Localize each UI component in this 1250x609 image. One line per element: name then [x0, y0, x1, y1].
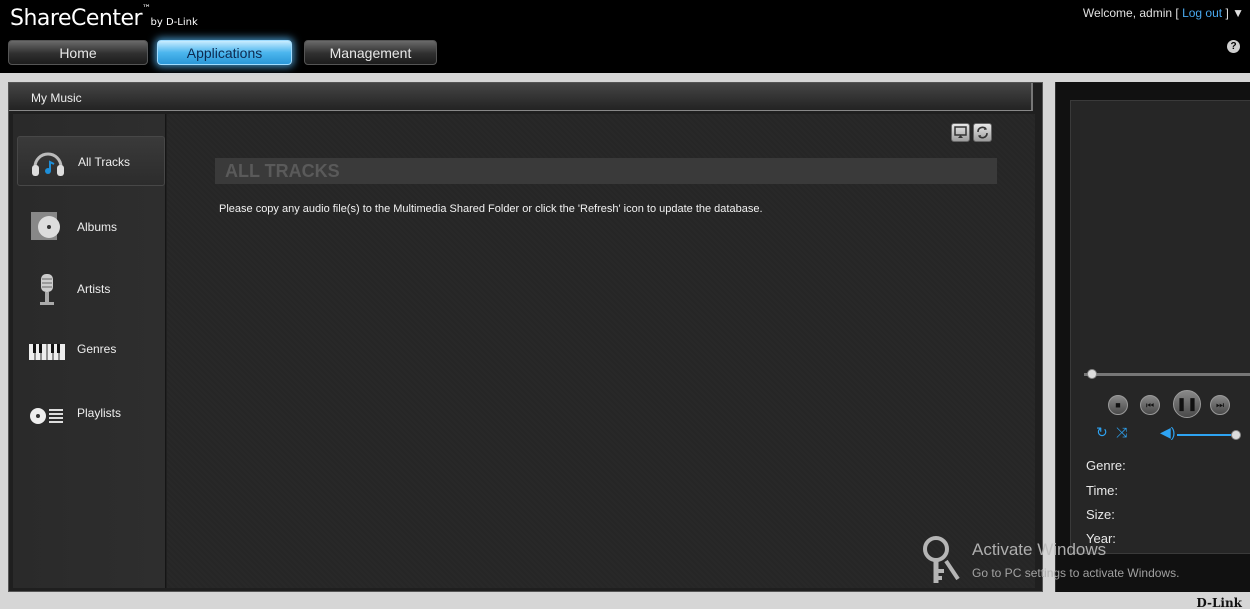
sidebar-item-playlists[interactable]: Playlists	[17, 392, 165, 442]
dlink-logo: D-Link	[1196, 596, 1242, 609]
previous-icon: ⏮	[1145, 400, 1155, 410]
sidebar-label-playlists: Playlists	[77, 406, 122, 420]
next-icon: ⏭	[1215, 400, 1225, 410]
stop-icon: ■	[1115, 400, 1121, 410]
sidebar-label-all-tracks: All Tracks	[78, 155, 131, 169]
logo-text: ShareCenter	[10, 6, 143, 31]
tracks-content: ALL TRACKS Please copy any audio file(s)…	[167, 114, 1035, 588]
screen-icon	[954, 126, 967, 138]
refresh-icon	[977, 126, 988, 139]
logo-by-dlink: by D-Link	[150, 17, 198, 28]
tab-management[interactable]: Management	[304, 40, 437, 65]
key-icon	[923, 536, 960, 583]
logo-trademark: ™	[142, 4, 151, 14]
sidebar-item-genres[interactable]: Genres	[17, 328, 165, 378]
help-icon[interactable]: ?	[1227, 40, 1240, 53]
stop-button[interactable]: ■	[1108, 395, 1128, 415]
seek-bar[interactable]	[1084, 369, 1250, 379]
sidebar-label-albums: Albums	[77, 220, 118, 234]
volume-handle[interactable]	[1231, 430, 1241, 440]
music-sidebar: All Tracks Albums Artists Genres Playlis…	[13, 114, 166, 588]
next-button[interactable]: ⏭	[1210, 395, 1230, 415]
sidebar-item-all-tracks[interactable]: All Tracks	[17, 136, 165, 186]
playlist-icon	[30, 408, 63, 424]
welcome-text: Welcome, admin [ Log out ] ▼	[1083, 6, 1244, 20]
activate-windows-title: Activate Windows	[972, 540, 1107, 559]
airplay-button[interactable]	[951, 123, 970, 142]
album-icon	[31, 212, 60, 240]
piano-keys-icon	[29, 344, 65, 360]
sidebar-item-albums[interactable]: Albums	[17, 200, 165, 250]
seek-handle[interactable]	[1087, 369, 1097, 379]
welcome-prefix: Welcome, admin [	[1082, 6, 1179, 20]
sharecenter-logo: ShareCenter™ by D-Link	[10, 4, 198, 31]
welcome-suffix[interactable]: ] ▼	[1225, 6, 1244, 20]
tab-home[interactable]: Home	[8, 40, 148, 65]
music-player-panel: ■ ⏮ ❚❚ ⏭ ↻ ⤨ ◀) Genre: Time: Size: Year:	[1055, 82, 1250, 592]
panel-title: My Music	[31, 91, 82, 105]
sidebar-label-genres: Genres	[77, 342, 117, 356]
section-header: ALL TRACKS	[215, 158, 997, 184]
meta-genre: Genre:	[1086, 458, 1126, 473]
empty-library-message: Please copy any audio file(s) to the Mul…	[219, 203, 763, 215]
previous-button[interactable]: ⏮	[1140, 395, 1160, 415]
microphone-icon	[40, 274, 54, 305]
headphones-icon	[32, 152, 64, 176]
sidebar-label-artists: Artists	[77, 282, 111, 296]
sidebar-item-artists[interactable]: Artists	[17, 264, 165, 314]
section-title: ALL TRACKS	[225, 161, 340, 181]
logout-link[interactable]: Log out	[1182, 6, 1222, 20]
my-music-panel: My Music All Tracks Albums Artists Genre…	[8, 82, 1043, 592]
meta-time: Time:	[1086, 483, 1119, 498]
refresh-button[interactable]	[973, 123, 992, 142]
repeat-icon[interactable]: ↻	[1096, 424, 1108, 441]
activate-windows-subtitle: Go to PC settings to activate Windows.	[972, 566, 1180, 580]
volume-icon[interactable]: ◀)	[1160, 424, 1175, 441]
pause-icon: ❚❚	[1176, 396, 1198, 411]
shuffle-icon[interactable]: ⤨	[1116, 424, 1127, 441]
tab-applications[interactable]: Applications	[157, 40, 292, 65]
meta-size: Size:	[1086, 507, 1115, 522]
panel-titlebar: My Music	[9, 83, 1033, 111]
top-header: ShareCenter™by D-Link Home Applications …	[0, 0, 1250, 73]
pause-button[interactable]: ❚❚	[1173, 390, 1201, 418]
volume-slider[interactable]	[1177, 430, 1241, 440]
